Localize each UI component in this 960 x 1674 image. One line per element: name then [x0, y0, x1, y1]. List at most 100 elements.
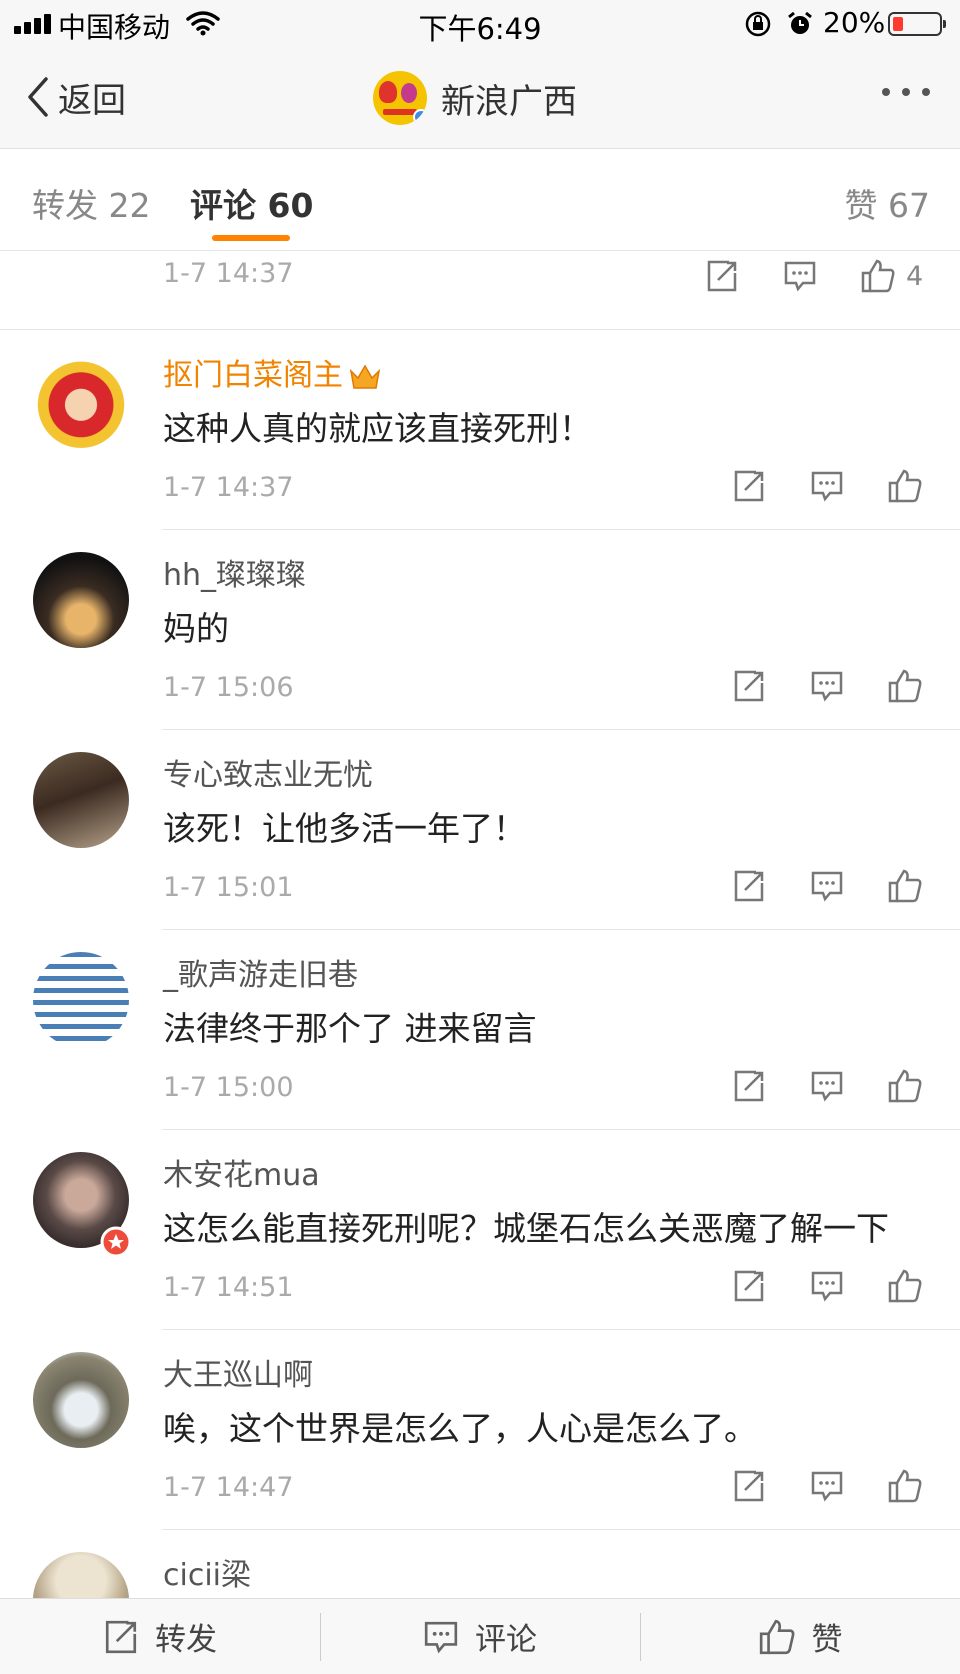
- avatar[interactable]: [33, 1552, 129, 1598]
- account-header[interactable]: 新浪广西: [373, 70, 577, 126]
- reply-comment-button[interactable]: [778, 254, 822, 298]
- account-avatar: [373, 71, 427, 125]
- like-comment-button[interactable]: [883, 1064, 927, 1108]
- reply-comment-button[interactable]: [805, 464, 849, 508]
- avatar[interactable]: [33, 552, 129, 648]
- comment-username[interactable]: 木安花mua: [163, 1150, 320, 1194]
- comment-username[interactable]: _歌声游走旧巷: [163, 950, 358, 994]
- avatar[interactable]: [33, 752, 129, 848]
- battery-icon: [888, 12, 946, 36]
- repost-comment-button[interactable]: [727, 1064, 771, 1108]
- clock: 下午6:49: [418, 12, 542, 46]
- back-button[interactable]: 返回: [26, 72, 126, 122]
- repost-comment-button[interactable]: [727, 664, 771, 708]
- battery-percent: 20%: [823, 6, 886, 39]
- comment-icon: [811, 871, 843, 902]
- more-menu-button[interactable]: [882, 88, 930, 96]
- share-icon: [734, 670, 764, 702]
- comment-time: 1-7 15:06: [163, 672, 294, 703]
- share-icon: [105, 1620, 137, 1653]
- comment-icon: [811, 671, 843, 702]
- like-comment-button[interactable]: [883, 1264, 927, 1308]
- reply-comment-button[interactable]: [805, 1464, 849, 1508]
- list-item: 1-7 14:37 4: [0, 250, 960, 330]
- comment-username[interactable]: cicii梁: [163, 1550, 251, 1594]
- reply-comment-button[interactable]: [805, 864, 849, 908]
- comment-username[interactable]: 大王巡山啊: [163, 1350, 313, 1394]
- list-item: 抠门白菜阁主 这种人真的就应该直接死刑！ 1-7 14:37: [0, 330, 960, 530]
- repost-button[interactable]: 转发: [0, 1599, 320, 1674]
- like-comment-button[interactable]: [883, 864, 927, 908]
- comment-time: 1-7 15:01: [163, 872, 294, 903]
- list-item: _歌声游走旧巷 法律终于那个了 进来留言 1-7 15:00: [0, 930, 960, 1130]
- thumbs-up-icon: [888, 469, 922, 503]
- status-bar: 中国移动 下午6:49 20%: [0, 0, 960, 48]
- page-title: 新浪广西: [441, 81, 577, 122]
- avatar[interactable]: [33, 952, 129, 1048]
- avatar[interactable]: [33, 1352, 129, 1448]
- thumbs-up-icon: [861, 259, 895, 293]
- comment-icon: [811, 1271, 843, 1302]
- like-comment-button[interactable]: [856, 254, 900, 298]
- comment-text: 唉，这个世界是怎么了，人心是怎么了。: [163, 1409, 757, 1448]
- tab-comment[interactable]: 评论 60: [190, 179, 313, 227]
- comment-icon: [784, 261, 816, 292]
- comment-time: 1-7 14:47: [163, 1472, 294, 1503]
- active-tab-indicator: [212, 235, 290, 241]
- comment-icon: [811, 471, 843, 502]
- verified-icon: [413, 109, 427, 125]
- repost-comment-button[interactable]: [727, 1464, 771, 1508]
- comment-username[interactable]: 抠门白菜阁主: [163, 350, 381, 394]
- reply-comment-button[interactable]: [805, 664, 849, 708]
- comment-label: 评论: [475, 1622, 537, 1658]
- alarm-icon: [788, 11, 812, 34]
- comment-username[interactable]: 专心致志业无忧: [163, 750, 373, 794]
- thumbs-up-icon: [888, 869, 922, 903]
- tab-repost[interactable]: 转发 22: [32, 179, 150, 227]
- orientation-lock-icon: [745, 11, 771, 37]
- like-count: 4: [906, 260, 924, 292]
- repost-comment-button[interactable]: [727, 1264, 771, 1308]
- comment-time: 1-7 14:51: [163, 1272, 294, 1303]
- comment-button[interactable]: 评论: [320, 1599, 640, 1674]
- thumbs-up-icon: [759, 1619, 794, 1654]
- repost-comment-button[interactable]: [727, 464, 771, 508]
- like-button[interactable]: 赞: [640, 1599, 960, 1674]
- chevron-left-icon: [28, 77, 48, 117]
- list-item: cicii梁: [0, 1530, 960, 1598]
- list-item: 木安花mua 这怎么能直接死刑呢？城堡石怎么关恶魔了解一下 1-7 14:51: [0, 1130, 960, 1330]
- repost-label: 转发: [155, 1622, 217, 1658]
- list-item: 大王巡山啊 唉，这个世界是怎么了，人心是怎么了。 1-7 14:47: [0, 1330, 960, 1530]
- comment-text: 该死！让他多活一年了！: [163, 809, 526, 848]
- comment-icon: [424, 1621, 458, 1653]
- tab-like[interactable]: 赞 67: [845, 179, 930, 227]
- share-icon: [734, 870, 764, 902]
- thumbs-up-icon: [888, 1269, 922, 1303]
- reply-comment-button[interactable]: [805, 1264, 849, 1308]
- comment-time: 1-7 14:37: [163, 472, 294, 503]
- like-comment-button[interactable]: [883, 464, 927, 508]
- comment-username[interactable]: hh_璨璨璨: [163, 550, 306, 594]
- comment-text: 这种人真的就应该直接死刑！: [163, 409, 592, 448]
- comment-icon: [811, 1471, 843, 1502]
- comment-time: 1-7 15:00: [163, 1072, 294, 1103]
- comment-text: 这怎么能直接死刑呢？城堡石怎么关恶魔了解一下: [163, 1209, 889, 1248]
- share-icon: [707, 260, 737, 292]
- repost-comment-button[interactable]: [727, 864, 771, 908]
- share-icon: [734, 1470, 764, 1502]
- comment-time: 1-7 14:37: [163, 258, 294, 289]
- like-comment-button[interactable]: [883, 664, 927, 708]
- avatar[interactable]: [33, 352, 129, 448]
- like-comment-button[interactable]: [883, 1464, 927, 1508]
- reply-comment-button[interactable]: [805, 1064, 849, 1108]
- nav-bar: 返回 新浪广西: [0, 48, 960, 149]
- comment-text: 妈的: [163, 609, 229, 648]
- thumbs-up-icon: [888, 669, 922, 703]
- tab-bar: 转发 22 评论 60 赞 67: [0, 149, 960, 251]
- member-badge-icon: [100, 1226, 132, 1258]
- comment-icon: [811, 1071, 843, 1102]
- back-label: 返回: [58, 80, 126, 121]
- bottom-toolbar: 转发 评论 赞: [0, 1598, 960, 1674]
- vip-crown-icon: [349, 364, 381, 389]
- repost-comment-button[interactable]: [700, 254, 744, 298]
